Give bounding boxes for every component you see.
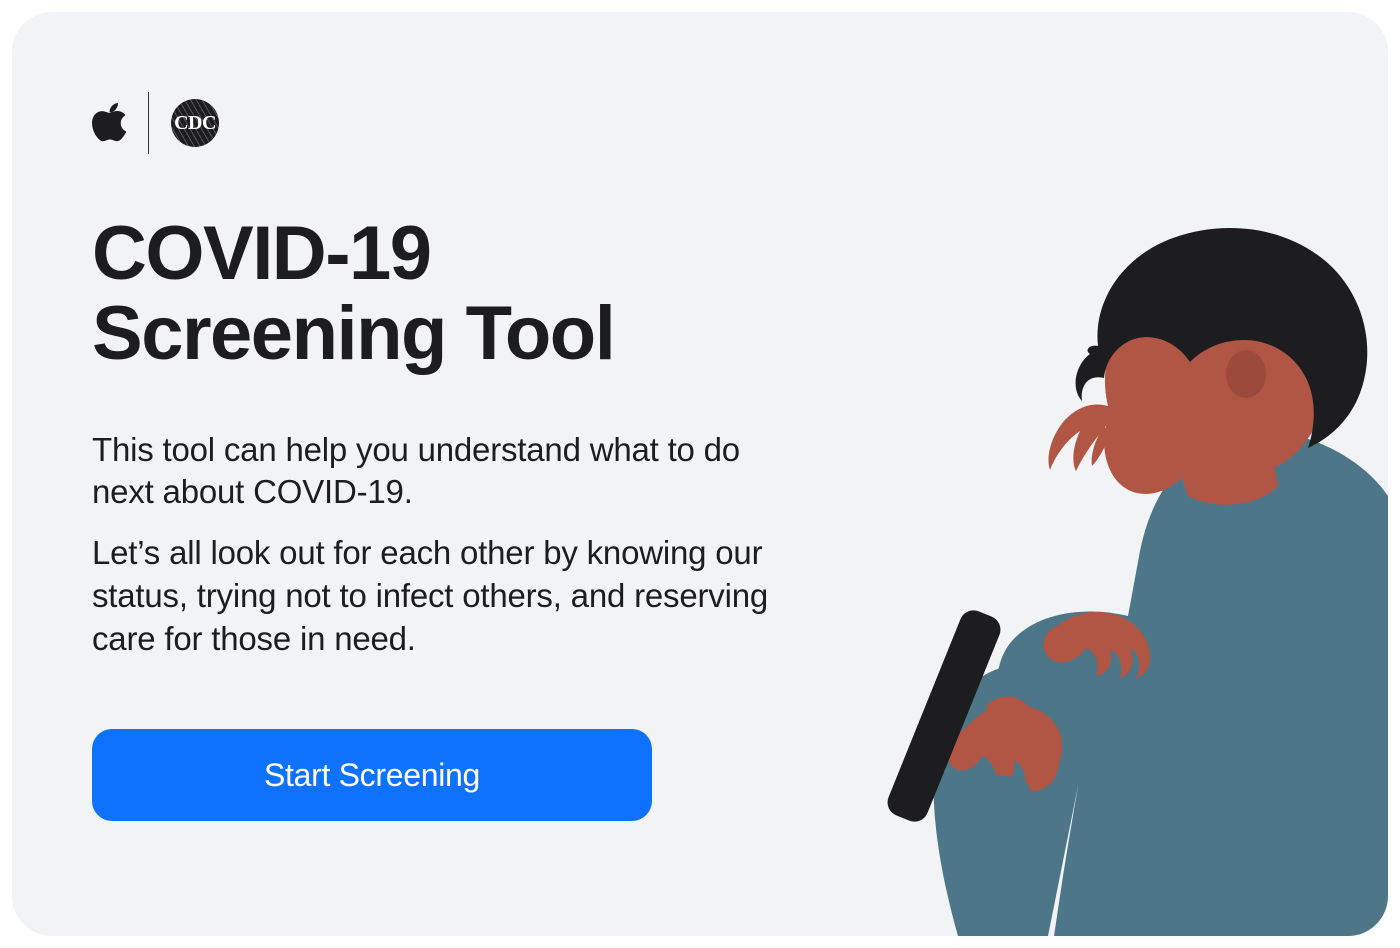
cdc-icon: CDC xyxy=(171,99,219,147)
ear xyxy=(1226,350,1266,398)
logo-divider xyxy=(148,92,149,154)
start-screening-button[interactable]: Start Screening xyxy=(92,729,652,821)
description-paragraph-2: Let’s all look out for each other by kno… xyxy=(92,532,792,661)
title-line-1: COVID-19 xyxy=(92,211,431,296)
screening-card: CDC COVID-19 Screening Tool This tool ca… xyxy=(12,12,1388,936)
title-line-2: Screening Tool xyxy=(92,291,614,376)
logo-row: CDC xyxy=(92,92,792,154)
description-paragraph-1: This tool can help you understand what t… xyxy=(92,429,792,515)
apple-icon xyxy=(92,102,126,144)
description: This tool can help you understand what t… xyxy=(92,429,792,661)
person-illustration xyxy=(828,216,1388,936)
cdc-logo-text: CDC xyxy=(174,112,216,135)
main-content: CDC COVID-19 Screening Tool This tool ca… xyxy=(92,92,792,821)
page-title: COVID-19 Screening Tool xyxy=(92,214,792,374)
